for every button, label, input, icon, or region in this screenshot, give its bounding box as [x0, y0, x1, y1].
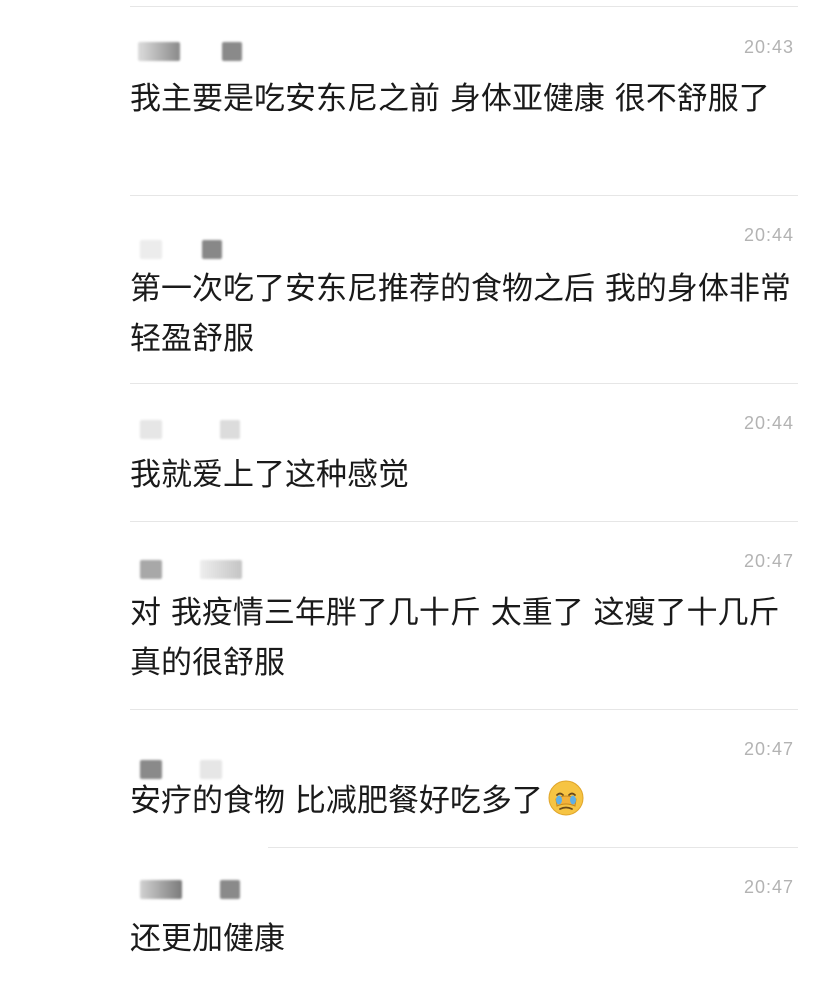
comment-timestamp: 20:47	[743, 877, 794, 897]
comment-text: 第一次吃了安东尼推荐的食物之后 我的身体非常轻盈舒服	[130, 271, 791, 357]
comment-item[interactable]: 20:47 对 我疫情三年胖了几十斤 太重了 这瘦了十几斤 真的很舒服	[0, 548, 828, 708]
divider	[130, 6, 798, 7]
divider	[130, 383, 798, 384]
comment-thread: 20:43 我主要是吃安东尼之前 身体亚健康 很不舒服了 20:44 第一次吃了…	[0, 0, 828, 1005]
redacted-username	[220, 880, 240, 899]
divider	[130, 521, 798, 522]
comment-item[interactable]: 20:44 我就爱上了这种感觉	[0, 410, 828, 518]
comment-text: 我就爱上了这种感觉	[130, 457, 409, 493]
redacted-username	[140, 560, 162, 579]
comment-text: 对 我疫情三年胖了几十斤 太重了 这瘦了十几斤 真的很舒服	[130, 595, 780, 681]
comment-item[interactable]: 20:47 安疗的食物 比减肥餐好吃多了	[0, 736, 828, 846]
comment-text: 还更加健康	[130, 921, 285, 957]
comment-item[interactable]: 20:47 还更加健康	[0, 874, 828, 984]
divider	[130, 709, 798, 710]
comment-timestamp: 20:43	[743, 37, 794, 57]
comment-timestamp: 20:44	[743, 413, 794, 433]
comment-timestamp: 20:47	[743, 551, 794, 571]
comment-text: 安疗的食物 比减肥餐好吃多了	[130, 776, 800, 826]
comment-item[interactable]: 20:43 我主要是吃安东尼之前 身体亚健康 很不舒服了	[0, 30, 828, 190]
redacted-username	[140, 420, 162, 439]
redacted-username	[200, 560, 242, 579]
redacted-username	[140, 880, 182, 899]
divider	[130, 195, 798, 196]
redacted-username	[222, 42, 242, 61]
redacted-username	[202, 240, 222, 259]
redacted-username	[138, 42, 180, 61]
comment-text: 我主要是吃安东尼之前 身体亚健康 很不舒服了	[130, 81, 770, 117]
face-with-hand-over-eyes-emoji	[547, 779, 585, 817]
redacted-username	[140, 240, 162, 259]
comment-text-content: 安疗的食物 比减肥餐好吃多了	[130, 783, 543, 819]
divider	[268, 847, 798, 848]
comment-item[interactable]: 20:44 第一次吃了安东尼推荐的食物之后 我的身体非常轻盈舒服	[0, 222, 828, 380]
comment-timestamp: 20:47	[743, 739, 794, 759]
redacted-username	[220, 420, 240, 439]
comment-timestamp: 20:44	[743, 225, 794, 245]
